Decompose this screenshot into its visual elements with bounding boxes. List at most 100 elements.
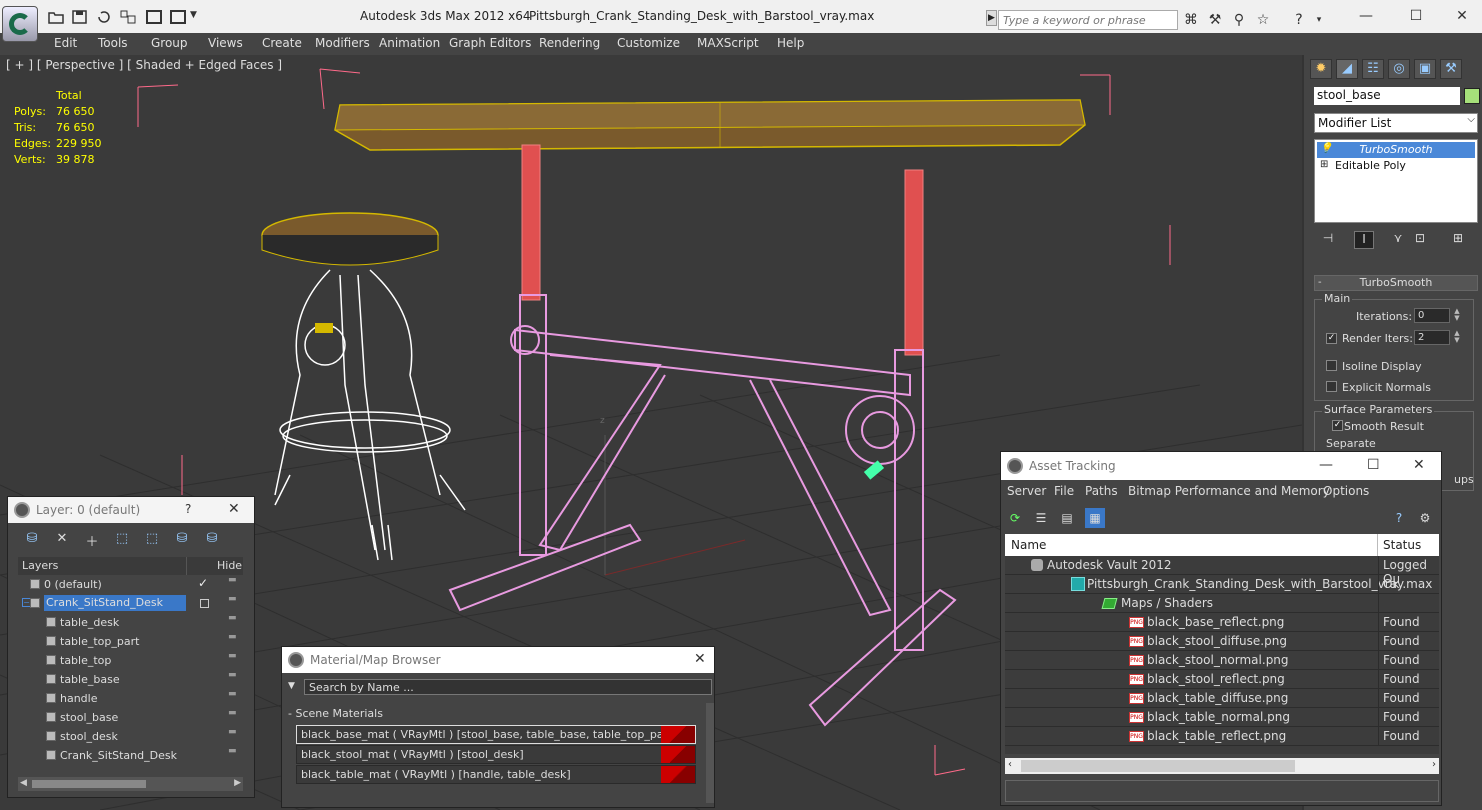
hide-column-header[interactable]: Hide — [217, 559, 242, 572]
layer-row[interactable]: table_top ▬ — [18, 651, 243, 670]
menu-customize[interactable]: Customize — [617, 36, 680, 50]
material-search-input[interactable]: Search by Name ... — [304, 679, 712, 695]
menu-animation[interactable]: Animation — [379, 36, 440, 50]
freeze-all-layers-icon[interactable]: ⛁ — [202, 531, 222, 549]
hide-all-layers-icon[interactable]: ⛁ — [172, 531, 192, 549]
menu-help[interactable]: Help — [777, 36, 804, 50]
create-layer-icon[interactable]: ⛁ — [22, 531, 42, 549]
search-expand-icon[interactable]: ▶ — [986, 10, 997, 26]
asset-menu-bitmap-performance[interactable]: Bitmap Performance and Memory — [1128, 484, 1330, 498]
material-row[interactable]: black_stool_mat ( VRayMtl ) [stool_desk] — [296, 745, 696, 764]
asset-row[interactable]: PNG black_stool_normal.png Found — [1005, 651, 1439, 670]
hide-toggle-icon[interactable]: ▬ — [228, 575, 237, 585]
smooth-result-checkbox[interactable]: ✓ — [1332, 420, 1343, 431]
asset-maximize-button[interactable]: ☐ — [1367, 457, 1380, 473]
highlight-selected-icon[interactable]: ⬚ — [142, 531, 162, 549]
redo-icon[interactable] — [120, 10, 136, 24]
communication-icon[interactable]: ⚲ — [1230, 12, 1248, 28]
make-unique-icon[interactable]: ⋎ — [1388, 231, 1408, 249]
object-color-swatch[interactable] — [1464, 88, 1480, 104]
quick-access-dropdown-icon[interactable]: ▼ — [190, 10, 206, 24]
layer-row[interactable]: 0 (default) ✓ ▬ — [18, 575, 243, 594]
current-layer-check-icon[interactable]: ✓ — [198, 576, 208, 590]
menu-views[interactable]: Views — [208, 36, 243, 50]
favorites-icon[interactable]: ☆ — [1254, 12, 1272, 28]
render-iters-checkbox[interactable]: ✓ — [1326, 333, 1337, 344]
save-file-icon[interactable] — [72, 10, 88, 24]
layer-row[interactable]: stool_base ▬ — [18, 708, 243, 727]
layer-window-titlebar[interactable]: Layer: 0 (default) ? ✕ — [8, 497, 254, 523]
undo-icon[interactable] — [96, 10, 112, 24]
layer-horizontal-scrollbar[interactable]: ◀ ▶ — [18, 777, 243, 791]
stack-item-editable-poly[interactable]: ⊞ Editable Poly — [1317, 158, 1475, 174]
hide-toggle-icon[interactable]: ▬ — [228, 689, 237, 699]
table-column-right[interactable] — [904, 169, 924, 356]
hide-toggle-icon[interactable]: ▬ — [228, 613, 237, 623]
menu-create[interactable]: Create — [262, 36, 302, 50]
table-column-left[interactable] — [521, 144, 541, 301]
minimize-button[interactable]: — — [1346, 5, 1386, 27]
hierarchy-tab-icon[interactable]: ☷ — [1362, 59, 1384, 79]
scroll-right-icon[interactable]: ▶ — [234, 778, 241, 788]
scroll-thumb[interactable] — [32, 780, 146, 788]
asset-row[interactable]: Autodesk Vault 2012 Logged Ou — [1005, 556, 1439, 586]
hide-toggle-icon[interactable]: ▬ — [228, 594, 237, 604]
help-dropdown-icon[interactable]: ▾ — [1310, 12, 1328, 28]
tools-icon[interactable]: ⚒ — [1206, 12, 1224, 28]
menu-rendering[interactable]: Rendering — [539, 36, 600, 50]
asset-row[interactable]: PNG black_table_diffuse.png Found — [1005, 689, 1439, 708]
asset-row[interactable]: PNG black_table_normal.png Found — [1005, 708, 1439, 727]
hide-toggle-icon[interactable]: ▬ — [228, 651, 237, 661]
explicit-normals-checkbox[interactable] — [1326, 381, 1337, 392]
asset-row[interactable]: Maps / Shaders — [1005, 594, 1439, 613]
asset-menu-server[interactable]: Server — [1007, 484, 1046, 498]
thumbnail-view-icon[interactable]: ▤ — [1057, 508, 1077, 528]
menu-maxscript[interactable]: MAXScript — [697, 36, 759, 50]
viewport-label[interactable]: [ + ] [ Perspective ] [ Shaded + Edged F… — [6, 58, 282, 72]
maximize-button[interactable]: ☐ — [1396, 5, 1436, 27]
motion-tab-icon[interactable]: ◎ — [1388, 59, 1410, 79]
delete-layer-icon[interactable]: ✕ — [52, 531, 72, 549]
layer-row[interactable]: handle ▬ — [18, 689, 243, 708]
configure-sets-icon[interactable]: ⊞ — [1448, 231, 1468, 249]
layer-row[interactable]: stool_desk ▬ — [18, 727, 243, 746]
add-to-layer-icon[interactable]: ＋ — [82, 531, 102, 550]
layer-window-close-button[interactable]: ✕ — [228, 501, 240, 517]
display-tab-icon[interactable]: ▣ — [1414, 59, 1436, 79]
asset-menu-paths[interactable]: Paths — [1085, 484, 1118, 498]
menu-tools[interactable]: Tools — [98, 36, 128, 50]
hide-toggle-icon[interactable]: ▬ — [228, 708, 237, 718]
material-browser-close-button[interactable]: ✕ — [694, 651, 706, 667]
scroll-left-icon[interactable]: ◀ — [20, 778, 27, 788]
app-logo-icon[interactable] — [2, 6, 38, 42]
layer-row[interactable]: table_top_part ▬ — [18, 632, 243, 651]
open-file-icon[interactable] — [48, 10, 64, 24]
material-row[interactable]: black_table_mat ( VRayMtl ) [handle, tab… — [296, 765, 696, 784]
refresh-icon[interactable]: ⟳ — [1005, 508, 1025, 528]
table-view-icon[interactable]: ▦ — [1085, 508, 1105, 528]
layer-row[interactable]: table_base ▬ — [18, 670, 243, 689]
layer-row[interactable]: Crank_SitStand_Desk ▬ — [18, 746, 243, 765]
material-browser-titlebar[interactable]: Material/Map Browser ✕ — [282, 647, 714, 673]
material-vertical-scrollbar[interactable] — [706, 703, 714, 803]
lightbulb-icon[interactable]: 💡 — [1320, 144, 1332, 154]
iterations-spinner-arrows-icon[interactable]: ▲ ▼ — [1452, 308, 1462, 323]
asset-row[interactable]: PNG black_table_reflect.png Found — [1005, 727, 1439, 746]
set-current-layer-icon[interactable] — [200, 599, 209, 608]
modifier-list-dropdown[interactable]: Modifier List ⌵ — [1314, 113, 1478, 133]
iterations-spinner[interactable]: 0 — [1414, 308, 1450, 323]
utilities-tab-icon[interactable]: ⚒ — [1440, 59, 1462, 79]
asset-menu-file[interactable]: File — [1054, 484, 1074, 498]
turbosmooth-rollout-header[interactable]: TurboSmooth — [1314, 275, 1478, 291]
scroll-left-icon[interactable]: ‹ — [1008, 759, 1012, 770]
hide-toggle-icon[interactable]: ▬ — [228, 746, 237, 756]
layer-row[interactable]: table_desk ▬ — [18, 613, 243, 632]
asset-settings-icon[interactable]: ⚙ — [1415, 508, 1435, 528]
hide-toggle-icon[interactable]: ▬ — [228, 727, 237, 737]
project-folder-icon[interactable] — [146, 10, 162, 24]
asset-row[interactable]: PNG black_stool_reflect.png Found — [1005, 670, 1439, 689]
menu-modifiers[interactable]: Modifiers — [315, 36, 370, 50]
layer-row[interactable]: − Crank_SitStand_Desk ▬ — [18, 594, 243, 613]
scene-materials-section[interactable]: - Scene Materials — [288, 707, 700, 721]
asset-row[interactable]: PNG black_stool_diffuse.png Found — [1005, 632, 1439, 651]
